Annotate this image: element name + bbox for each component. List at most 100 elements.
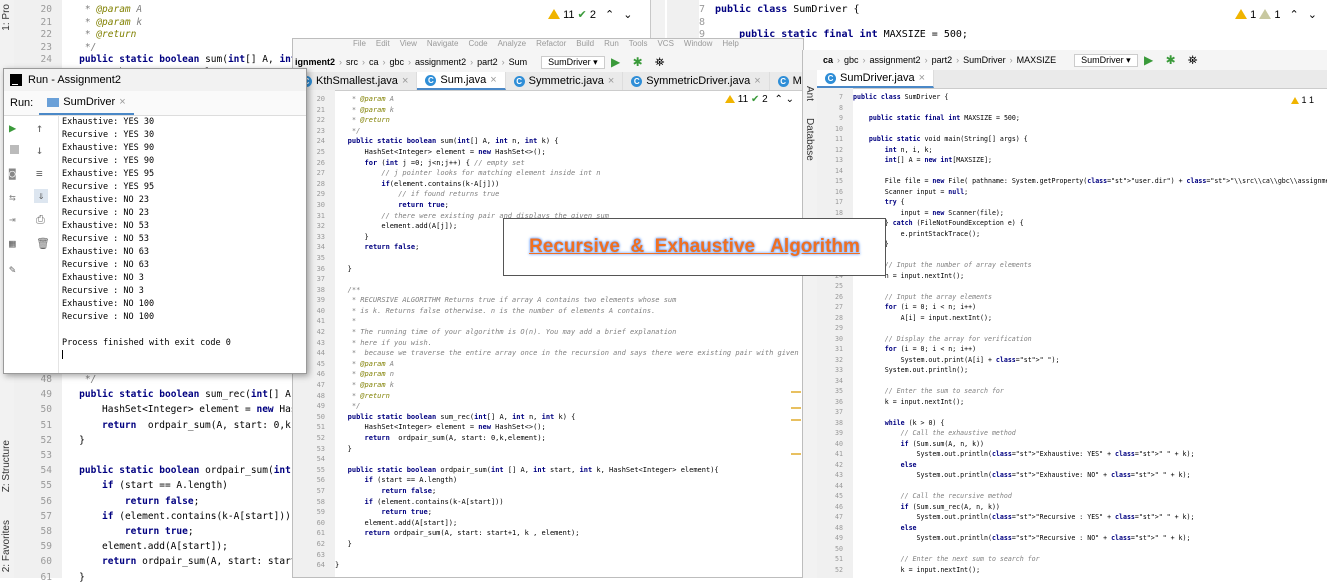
tab-symmetricdriver-java[interactable]: C SymmetricDriver.java × — [623, 72, 770, 90]
pin-icon[interactable]: ✎ — [9, 263, 16, 276]
code-line[interactable]: 32 System.out.print(A[i] + class="st">" … — [817, 355, 1327, 366]
code-line[interactable]: 16 Scanner input = null; — [817, 187, 1327, 198]
code-line[interactable]: 54 — [293, 454, 803, 465]
code-line[interactable]: 11 public static void main(String[] args… — [817, 134, 1327, 145]
code-line[interactable]: 46 if (Sum.sum_rec(A, n, k)) — [817, 502, 1327, 513]
ant-tool-tab[interactable]: Ant — [804, 86, 815, 101]
tab-symmetric-java[interactable]: C Symmetric.java × — [506, 72, 624, 90]
code-line[interactable]: 47 * @param k — [293, 380, 803, 391]
tab-sumdriver-java[interactable]: C SumDriver.java × — [817, 70, 935, 88]
run-config-select[interactable]: SumDriver ▾ — [541, 55, 605, 69]
code-line[interactable]: 40 if (Sum.sum(A, n, k)) — [817, 439, 1327, 450]
code-line[interactable]: 44 — [817, 481, 1327, 492]
code-line[interactable]: 60 element.add(A[start]); — [293, 518, 803, 529]
close-icon[interactable]: × — [608, 75, 614, 87]
code-line[interactable]: 57 return false; — [293, 486, 803, 497]
run-icon[interactable]: ▶ — [1141, 52, 1157, 68]
camera-icon[interactable]: ◙ — [9, 167, 16, 180]
code-line[interactable]: 50 public static boolean sum_rec(int[] A… — [293, 412, 803, 423]
debug-icon[interactable]: ✱ — [630, 54, 646, 70]
code-line[interactable]: 41 * — [293, 316, 803, 327]
code-line[interactable]: 52 k = input.nextInt(); — [817, 565, 1327, 576]
menu-item[interactable]: Window — [684, 39, 712, 48]
code-line[interactable]: 30 // Display the array for verification — [817, 334, 1327, 345]
code-line[interactable]: 26 for (int j =0; j<n;j++) { // empty se… — [293, 158, 803, 169]
chevron-up-icon[interactable]: ⌃ — [605, 9, 614, 21]
chevron-up-icon[interactable]: ⌃ — [774, 94, 782, 105]
code-line[interactable]: 64} — [293, 560, 803, 571]
code-line[interactable]: 49 System.out.println(class="st">"Recurs… — [817, 533, 1327, 544]
middle-inspection[interactable]: 11 ✔ 2 ⌃ ⌄ — [725, 94, 794, 105]
close-icon[interactable]: × — [402, 75, 408, 87]
code-line[interactable]: 21 } — [817, 239, 1327, 250]
breadcrumb-item[interactable]: ignment2 — [295, 57, 335, 67]
structure-tool-tab[interactable]: Z: Structure — [1, 440, 12, 492]
tab-sum-java[interactable]: C Sum.java × — [417, 72, 506, 90]
breadcrumb-item[interactable]: SumDriver — [963, 55, 1006, 65]
menu-item[interactable]: Navigate — [427, 39, 459, 48]
code-line[interactable]: 28 if(element.contains(k-A[j])) — [293, 179, 803, 190]
layout-icon[interactable]: ▦ — [9, 237, 16, 250]
code-line[interactable]: 36 k = input.nextInt(); — [817, 397, 1327, 408]
code-line[interactable]: 29 — [817, 323, 1327, 334]
code-line[interactable]: 9 public static final int MAXSIZE = 500; — [817, 113, 1327, 124]
breadcrumb-item[interactable]: gbc — [390, 57, 405, 67]
menu-item[interactable]: Code — [468, 39, 487, 48]
chevron-down-icon[interactable]: ⌄ — [1308, 9, 1317, 21]
code-line[interactable]: 50 — [817, 544, 1327, 555]
code-line[interactable]: 23 // Input the number of array elements — [817, 260, 1327, 271]
code-line[interactable]: 48 else — [817, 523, 1327, 534]
breadcrumb-item[interactable]: ca — [823, 55, 833, 65]
chevron-up-icon[interactable]: ⌃ — [1290, 9, 1299, 21]
code-line[interactable]: 38 while (k > 0) { — [817, 418, 1327, 429]
menu-item[interactable]: File — [353, 39, 366, 48]
rerun-icon[interactable]: ▶ — [9, 121, 16, 135]
code-line[interactable]: 52 return ordpair_sum(A, start: 0,k,elem… — [293, 433, 803, 444]
menu-item[interactable]: Help — [722, 39, 738, 48]
code-line[interactable]: 56 if (start == A.length) — [293, 475, 803, 486]
chevron-down-icon[interactable]: ⌄ — [786, 94, 794, 105]
run-config-select[interactable]: SumDriver ▾ — [1074, 53, 1138, 67]
code-line[interactable]: 55 public static boolean ordpair_sum(int… — [293, 465, 803, 476]
code-line[interactable]: 42 * The running time of your algorithm … — [293, 327, 803, 338]
code-line[interactable]: 18 input = new Scanner(file); — [817, 208, 1327, 219]
restore-layout-icon[interactable]: ⇆ — [9, 191, 16, 204]
code-line[interactable]: 8 — [667, 17, 1307, 30]
menu-item[interactable]: Analyze — [498, 39, 526, 48]
code-line[interactable]: 7 public class SumDriver { — [817, 92, 1327, 103]
menu-item[interactable]: Edit — [376, 39, 390, 48]
code-line[interactable]: 48 * @return — [293, 391, 803, 402]
scroll-down-icon[interactable]: ↓ — [36, 143, 43, 157]
print-icon[interactable]: ⎙ — [36, 213, 45, 227]
breadcrumb-item[interactable]: assignment2 — [870, 55, 921, 65]
favorites-tool-tab[interactable]: 2: Favorites — [1, 520, 12, 572]
code-line[interactable]: 51 HashSet<Integer> element = new HashSe… — [293, 422, 803, 433]
exit-icon[interactable]: ⇥ — [9, 213, 16, 226]
soft-wrap-icon[interactable]: ≡ — [36, 167, 43, 180]
code-line[interactable]: 45 // Call the recursive method — [817, 491, 1327, 502]
breadcrumb-item[interactable]: gbc — [844, 55, 859, 65]
code-line[interactable]: 17 try { — [817, 197, 1327, 208]
code-line[interactable]: 10 — [817, 124, 1327, 135]
coverage-icon[interactable]: ⛯ — [1185, 52, 1201, 68]
breadcrumb-item[interactable]: part2 — [477, 57, 498, 67]
chevron-down-icon[interactable]: ⌄ — [623, 9, 632, 21]
code-line[interactable]: 22 * @return — [293, 115, 803, 126]
database-tool-tab[interactable]: Database — [804, 118, 815, 161]
code-line[interactable]: 43 System.out.println(class="st">"Exhaus… — [817, 470, 1327, 481]
tab-kthsmallest-java[interactable]: CKthSmallest.java× — [293, 72, 418, 90]
breadcrumb-item[interactable]: assignment2 — [415, 57, 466, 67]
breadcrumb-item[interactable]: MAXSIZE — [1017, 55, 1057, 65]
code-line[interactable]: 14 — [817, 166, 1327, 177]
code-line[interactable]: 42 else — [817, 460, 1327, 471]
code-line[interactable]: 24 public static boolean sum(int[] A, in… — [293, 136, 803, 147]
run-window-titlebar[interactable]: Run - Assignment2 — [4, 69, 306, 92]
code-line[interactable]: 28 A[i] = input.nextInt(); — [817, 313, 1327, 324]
right-inspection[interactable]: 1 1 — [1291, 95, 1314, 105]
code-line[interactable]: 38 /** — [293, 285, 803, 296]
code-line[interactable]: 25 HashSet<Integer> element = new HashSe… — [293, 147, 803, 158]
code-line[interactable]: 39 // Call the exhaustive method — [817, 428, 1327, 439]
code-line[interactable]: 8 — [817, 103, 1327, 114]
menu-item[interactable]: Refactor — [536, 39, 566, 48]
left-editor-inspection[interactable]: 11 ✔ 2 ⌃ ⌄ — [548, 8, 633, 21]
